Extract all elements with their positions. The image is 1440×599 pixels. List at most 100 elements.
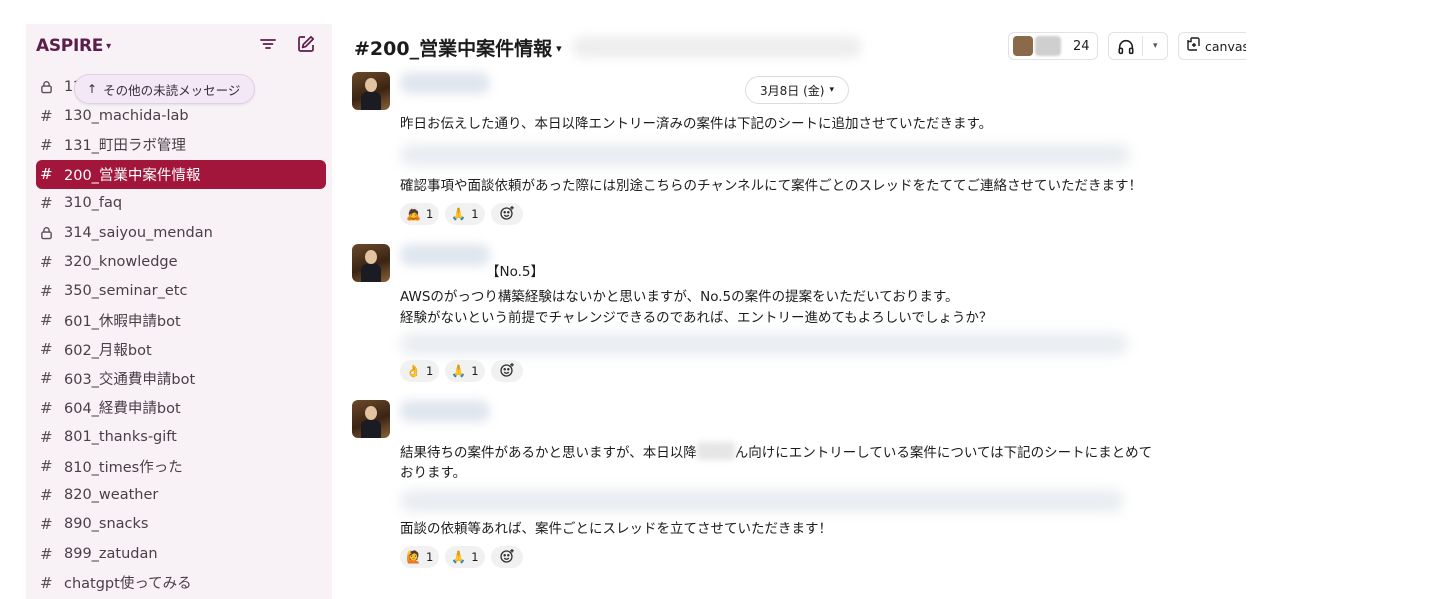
message-text: 面談の依頼等あれば、案件ごとにスレッドを立てさせていただきます！ xyxy=(400,521,832,537)
sidebar-channel-320[interactable]: #320_knowledge xyxy=(36,247,326,276)
member-count: 24 xyxy=(1073,38,1090,54)
sidebar-channel-601[interactable]: #601_休暇申請bot xyxy=(36,306,326,335)
canvas-label: canvas xyxy=(1205,38,1246,54)
sidebar-channel-131[interactable]: #131_町田ラボ管理 xyxy=(36,130,326,159)
sidebar-channel-350[interactable]: #350_seminar_etc xyxy=(36,276,326,305)
canvas-button[interactable]: canvas xyxy=(1178,32,1246,60)
link-redacted xyxy=(400,333,1128,355)
channel-label: 810_times作った xyxy=(64,459,183,476)
more-unreads-button[interactable]: ↑ その他の未読メッセージ xyxy=(74,74,256,104)
reaction-count: 1 xyxy=(425,364,434,378)
pray-emoji-icon: 🙏 xyxy=(451,364,467,378)
hash-icon: # xyxy=(40,457,53,476)
add-reaction-button[interactable] xyxy=(490,546,523,568)
members-button[interactable]: 24 xyxy=(1008,32,1098,60)
channel-label: 820_weather xyxy=(64,487,159,504)
reaction-bar: 🙋 1 🙏 1 xyxy=(400,546,523,568)
hash-icon: # xyxy=(40,486,53,505)
channel-label: 131_町田ラボ管理 xyxy=(64,138,186,155)
ok-hand-emoji-icon: 👌 xyxy=(406,364,421,378)
channel-label: 604_経費申請bot xyxy=(64,401,181,418)
sender-name-redacted xyxy=(400,72,490,94)
channel-title: 200_営業中案件情報 xyxy=(369,38,553,60)
sidebar-channel-603[interactable]: #603_交通費申請bot xyxy=(36,364,326,393)
add-reaction-icon xyxy=(499,548,515,567)
hash-icon: # xyxy=(40,281,53,300)
message-text: 昨日お伝えした通り、本日以降エントリー済みの案件は下記のシートに追加させていただ… xyxy=(400,116,993,132)
sender-name-redacted xyxy=(400,400,490,422)
date-divider-button[interactable]: 3月8日 (金) ▾ xyxy=(745,76,849,104)
hash-icon: # xyxy=(40,427,53,446)
date-label: 3月8日 (金) xyxy=(760,83,825,98)
avatar[interactable] xyxy=(352,72,390,110)
channel-label: 801_thanks-gift xyxy=(64,428,177,445)
sidebar-channel-130[interactable]: #130_machida-lab xyxy=(36,101,326,130)
compose-icon[interactable] xyxy=(296,34,318,56)
hash-icon: # xyxy=(40,194,53,213)
sidebar-channel-310[interactable]: #310_faq xyxy=(36,189,326,218)
hash-icon: # xyxy=(40,398,53,417)
arrow-up-icon: ↑ xyxy=(87,82,98,96)
sidebar-channel-899[interactable]: #899_zatudan xyxy=(36,539,326,568)
channel-label: 310_faq xyxy=(64,195,123,212)
hash-icon: # xyxy=(40,311,53,330)
reaction-bar: 🙇 1 🙏 1 xyxy=(400,203,523,225)
chevron-down-icon: ▾ xyxy=(106,41,111,52)
link-redacted xyxy=(400,490,1124,512)
channel-label: 603_交通費申請bot xyxy=(64,371,196,388)
channel-view: #200_営業中案件情報 ▾ 24 ▾ canvas 3月8日 (金) ▾ 昨日… xyxy=(332,24,1246,599)
pray-emoji-icon: 🙏 xyxy=(451,207,467,221)
channel-label: 899_zatudan xyxy=(64,545,158,562)
message-text-part: 結果待ちの案件があるかと思いますが、本日以降 xyxy=(400,445,697,461)
reaction-bar: 👌 1 🙏 1 xyxy=(400,360,523,382)
lock-icon xyxy=(40,78,60,96)
add-reaction-button[interactable] xyxy=(490,203,523,225)
message-text: おります。 xyxy=(400,465,467,481)
hash-icon: # xyxy=(40,573,53,592)
hash-icon: # xyxy=(40,369,53,388)
reaction-pill[interactable]: 🙋 1 xyxy=(400,546,440,568)
sidebar-channel-314[interactable]: 314_saiyou_mendan xyxy=(36,218,326,247)
channel-title-button[interactable]: #200_営業中案件情報 ▾ xyxy=(354,34,562,61)
reaction-count: 1 xyxy=(425,207,434,221)
sidebar-channel-810[interactable]: #810_times作った xyxy=(36,451,326,480)
channel-label: 601_休暇申請bot xyxy=(64,313,181,330)
canvas-icon xyxy=(1185,36,1201,56)
sidebar-channel-602[interactable]: #602_月報bot xyxy=(36,335,326,364)
channel-label: 320_knowledge xyxy=(64,253,178,270)
reaction-count: 1 xyxy=(471,207,479,221)
channel-label: chatgpt使ってみる xyxy=(64,576,192,593)
headphones-icon[interactable] xyxy=(1109,37,1142,56)
hash-icon: # xyxy=(40,340,53,359)
add-reaction-icon xyxy=(499,362,515,381)
hash-icon: # xyxy=(40,515,53,534)
reaction-pill[interactable]: 🙇 1 xyxy=(400,203,440,225)
hash-icon: # xyxy=(40,135,53,154)
channel-header: #200_営業中案件情報 ▾ 24 ▾ canvas xyxy=(332,24,1246,66)
reaction-pill[interactable]: 🙏 1 xyxy=(445,360,485,382)
chevron-down-icon[interactable]: ▾ xyxy=(1143,41,1167,51)
hash-icon: # xyxy=(40,165,53,184)
reaction-pill[interactable]: 🙏 1 xyxy=(445,546,485,568)
reaction-pill[interactable]: 🙏 1 xyxy=(445,203,485,225)
avatar[interactable] xyxy=(352,400,390,438)
sidebar-channel-820[interactable]: #820_weather xyxy=(36,481,326,510)
sidebar-channel-890[interactable]: #890_snacks xyxy=(36,510,326,539)
avatar[interactable] xyxy=(352,244,390,282)
workspace-switcher[interactable]: ASPIRE ▾ xyxy=(36,36,111,56)
reaction-pill[interactable]: 👌 1 xyxy=(400,360,440,382)
sidebar-channel-604[interactable]: #604_経費申請bot xyxy=(36,393,326,422)
member-avatar-redacted xyxy=(1035,36,1061,56)
sidebar-channel-801[interactable]: #801_thanks-gift xyxy=(36,422,326,451)
huddle-button[interactable]: ▾ xyxy=(1108,32,1168,60)
sidebar-channel-200[interactable]: #200_営業中案件情報 xyxy=(36,159,326,189)
add-reaction-button[interactable] xyxy=(490,360,523,382)
sidebar-channel-chatgpt[interactable]: # chatgpt使ってみる xyxy=(36,568,326,597)
reaction-count: 1 xyxy=(471,364,479,378)
message-text: 結果待ちの案件があるかと思いますが、本日以降 ん向けにエントリーしている案件につい… xyxy=(400,442,1152,463)
filter-icon[interactable] xyxy=(258,34,280,56)
sender-name-redacted xyxy=(400,244,490,266)
chevron-down-icon: ▾ xyxy=(556,42,562,55)
channel-label: 314_saiyou_mendan xyxy=(64,224,213,241)
raising-hand-emoji-icon: 🙋 xyxy=(406,550,421,564)
